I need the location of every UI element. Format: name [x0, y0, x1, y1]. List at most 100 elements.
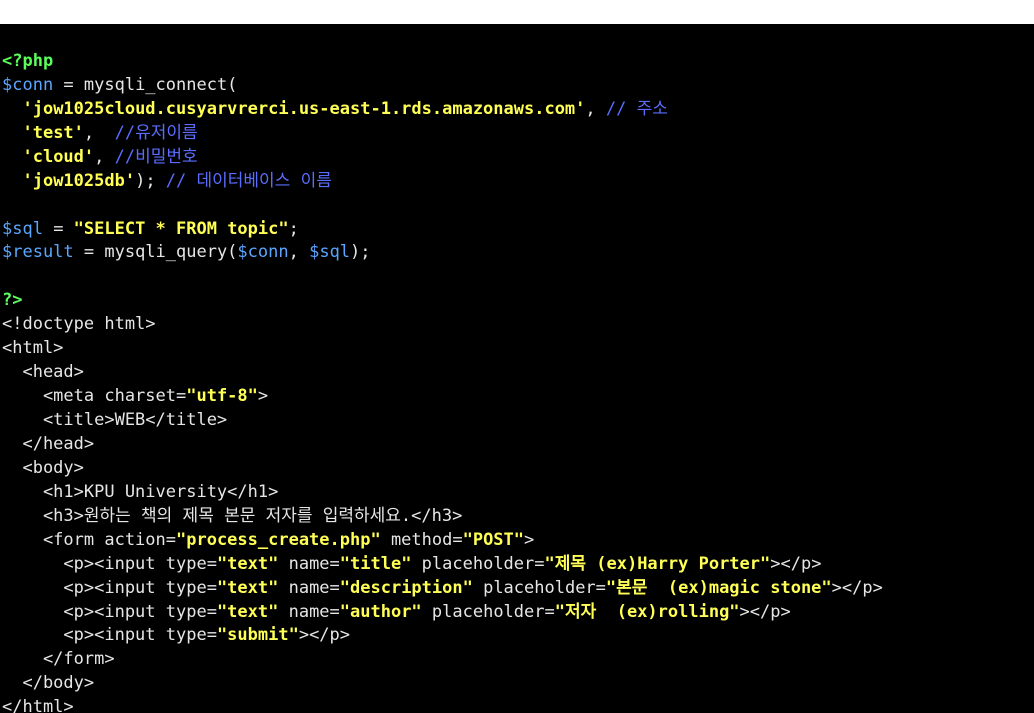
code-token: <title>WEB</title> [2, 410, 228, 430]
code-line[interactable]: <meta charset="utf-8"> [2, 385, 1032, 409]
code-token: = mysqli_connect( [53, 74, 238, 95]
code-token: //비밀번호 [114, 146, 198, 167]
code-line[interactable]: <p><input type="submit"></p> [2, 624, 1032, 648]
code-line[interactable]: <p><input type="text" name="author" plac… [2, 601, 1032, 625]
code-token: <p><input type= [2, 601, 217, 622]
code-token: ></p> [770, 553, 822, 574]
code-token: "제목 (ex)Harry Porter" [544, 553, 771, 574]
code-line[interactable]: <?php [2, 50, 1032, 74]
code-token: <h3>원하는 책의 제목 본문 저자를 입력하세요.</h3> [2, 505, 463, 526]
code-line[interactable]: $sql = "SELECT * FROM topic"; [2, 218, 1032, 242]
code-line[interactable]: <p><input type="text" name="title" place… [2, 553, 1032, 577]
code-line[interactable]: 'jow1025db'); // 데이터베이스 이름 [2, 170, 1032, 194]
code-line[interactable]: </head> [2, 433, 1032, 457]
code-line[interactable]: </form> [2, 648, 1032, 672]
code-line[interactable]: <p><input type="text" name="description"… [2, 577, 1032, 601]
code-token: 'jow1025db' [22, 170, 136, 191]
code-token: > [524, 529, 535, 550]
code-token: $sql [2, 218, 43, 239]
code-token: "text" [216, 601, 279, 622]
code-token: = mysqli_query( [73, 242, 238, 263]
code-line[interactable]: <h3>원하는 책의 제목 본문 저자를 입력하세요.</h3> [2, 505, 1032, 529]
code-token: </html> [2, 697, 74, 713]
code-token: $sql [309, 242, 351, 263]
code-line[interactable]: 'test', //유저이름 [2, 122, 1032, 146]
code-token: , [94, 146, 115, 167]
code-token: 'jow1025cloud.cusyarvrerci.us-east-1.rds… [22, 98, 586, 119]
code-token: </body> [2, 673, 95, 694]
code-line[interactable]: <title>WEB</title> [2, 409, 1032, 433]
code-token: "text" [216, 577, 279, 598]
code-token: </form> [2, 649, 115, 670]
code-token: 'cloud' [22, 146, 95, 167]
code-token: // 데이터베이스 이름 [165, 170, 332, 191]
code-token: , [585, 98, 606, 119]
code-line[interactable]: $conn = mysqli_connect( [2, 74, 1032, 98]
code-token: 'test' [22, 122, 84, 143]
code-token: "본문 (ex)magic stone" [605, 577, 832, 598]
code-token: <body> [2, 457, 84, 478]
code-token: , [83, 122, 115, 143]
code-token: ?> [2, 290, 23, 311]
code-token: ></p> [298, 625, 351, 646]
code-token: $conn [237, 242, 289, 263]
code-token: "title" [339, 553, 412, 574]
code-line[interactable] [2, 26, 1032, 50]
code-token: name= [278, 601, 340, 622]
code-line[interactable]: <!doctype html> [2, 313, 1032, 337]
code-line[interactable]: 'jow1025cloud.cusyarvrerci.us-east-1.rds… [2, 98, 1032, 122]
code-line[interactable]: $result = mysqli_query($conn, $sql); [2, 241, 1032, 265]
code-line[interactable]: 'cloud', //비밀번호 [2, 146, 1032, 170]
code-token: "POST" [462, 529, 525, 550]
code-token: "text" [216, 553, 279, 574]
code-token: <?php [2, 50, 54, 71]
code-line[interactable]: <h1>KPU University</h1> [2, 481, 1032, 505]
code-line[interactable]: <head> [2, 361, 1032, 385]
code-token: "author" [339, 601, 422, 622]
code-token: <form action= [2, 529, 176, 550]
editor-title-bar: GNU nano 2.9.3 [0, 0, 1034, 46]
code-token: placeholder= [472, 577, 606, 598]
code-token: <html> [2, 338, 64, 359]
code-token: "submit" [216, 625, 299, 646]
code-line[interactable] [2, 194, 1032, 218]
code-token: method= [380, 529, 463, 550]
code-token: $conn [2, 74, 54, 95]
code-token: "저자 (ex)rolling" [554, 601, 740, 622]
code-token: = [42, 218, 74, 239]
code-line[interactable]: ?> [2, 289, 1032, 313]
code-token: <head> [2, 362, 84, 383]
code-token: <!doctype html> [2, 314, 156, 335]
code-token: // 주소 [605, 98, 668, 119]
code-line[interactable]: <body> [2, 457, 1032, 481]
code-token: ); [135, 170, 166, 191]
code-token: "SELECT * FROM topic" [73, 218, 289, 239]
code-token: <meta charset= [2, 386, 187, 407]
code-token: ; [288, 218, 299, 239]
code-token: "utf-8" [186, 386, 258, 407]
code-token: <p><input type= [2, 553, 217, 574]
code-token: placeholder= [411, 553, 545, 574]
code-editor-area[interactable]: <?php $conn = mysqli_connect( 'jow1025clo… [2, 26, 1032, 713]
code-token: , [288, 242, 310, 263]
code-token: ); [350, 242, 371, 263]
code-token: <p><input type= [2, 577, 217, 598]
code-token: "description" [339, 577, 473, 598]
code-line[interactable]: </html> [2, 696, 1032, 713]
code-token: "process_create.php" [176, 529, 381, 550]
code-line[interactable] [2, 265, 1032, 289]
code-token: ></p> [831, 577, 883, 598]
code-token: name= [278, 577, 340, 598]
code-line[interactable]: <html> [2, 337, 1032, 361]
code-token: $result [2, 242, 74, 263]
code-token: <p><input type= [2, 625, 217, 646]
code-line[interactable]: <form action="process_create.php" method… [2, 529, 1032, 553]
code-line[interactable]: </body> [2, 672, 1032, 696]
code-token: > [257, 386, 269, 407]
code-token: </head> [2, 433, 95, 454]
code-token: ></p> [739, 601, 791, 622]
